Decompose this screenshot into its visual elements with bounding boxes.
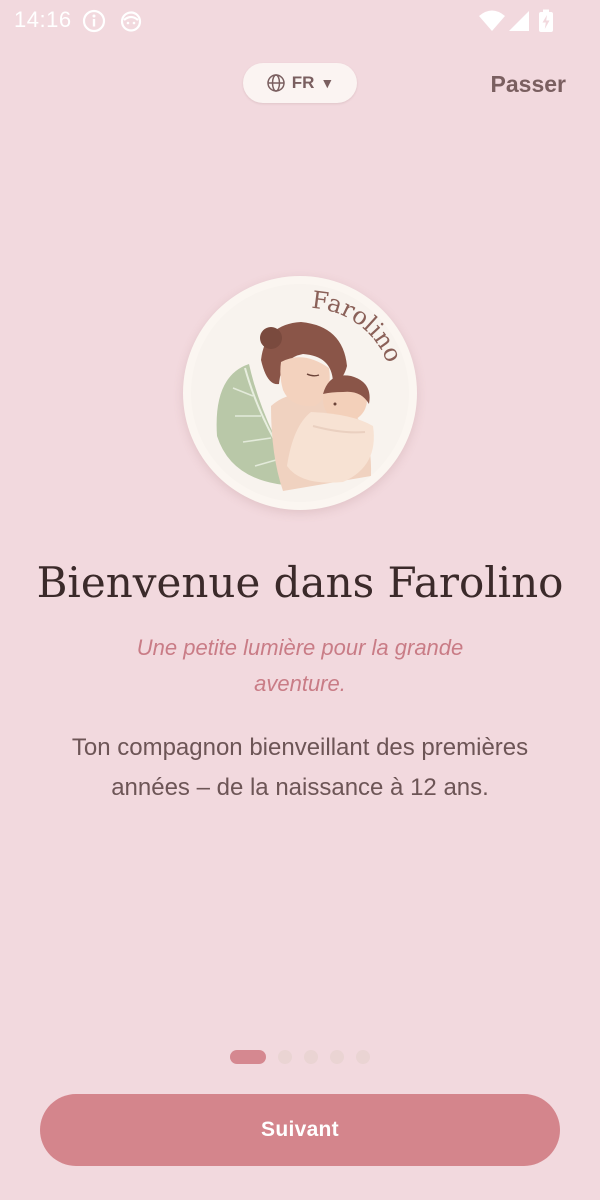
- android-face-icon: [119, 9, 143, 38]
- skip-button[interactable]: Passer: [491, 71, 566, 98]
- language-selector[interactable]: FR ▼: [243, 63, 357, 103]
- tagline: Une petite lumière pour la grande aventu…: [136, 635, 464, 696]
- status-time: 14:16: [14, 7, 72, 32]
- description: Ton compagnon bienveillant des premières…: [71, 734, 529, 801]
- chevron-down-icon: ▼: [320, 75, 335, 91]
- info-icon: [82, 9, 106, 38]
- app-logo: Farolino: [183, 276, 417, 510]
- battery-charging-icon: [538, 9, 554, 38]
- globe-icon: [266, 73, 286, 93]
- page-dot[interactable]: [330, 1050, 344, 1064]
- status-bar: 14:16: [0, 0, 600, 40]
- page-dot[interactable]: [356, 1050, 370, 1064]
- mother-child-illustration: Farolino: [216, 286, 408, 491]
- onboarding-screen: 14:16 FR ▼ Passer Farolino Bienvenue dan…: [0, 0, 600, 1200]
- page-indicator: [0, 1050, 600, 1064]
- page-dot[interactable]: [304, 1050, 318, 1064]
- language-code: FR: [291, 73, 315, 92]
- wifi-icon: [478, 9, 506, 38]
- page-dot[interactable]: [278, 1050, 292, 1064]
- page-dot-active[interactable]: [230, 1050, 266, 1064]
- next-button[interactable]: Suivant: [40, 1094, 560, 1166]
- page-title: Bienvenue dans Farolino: [36, 558, 564, 607]
- signal-icon: [507, 9, 531, 38]
